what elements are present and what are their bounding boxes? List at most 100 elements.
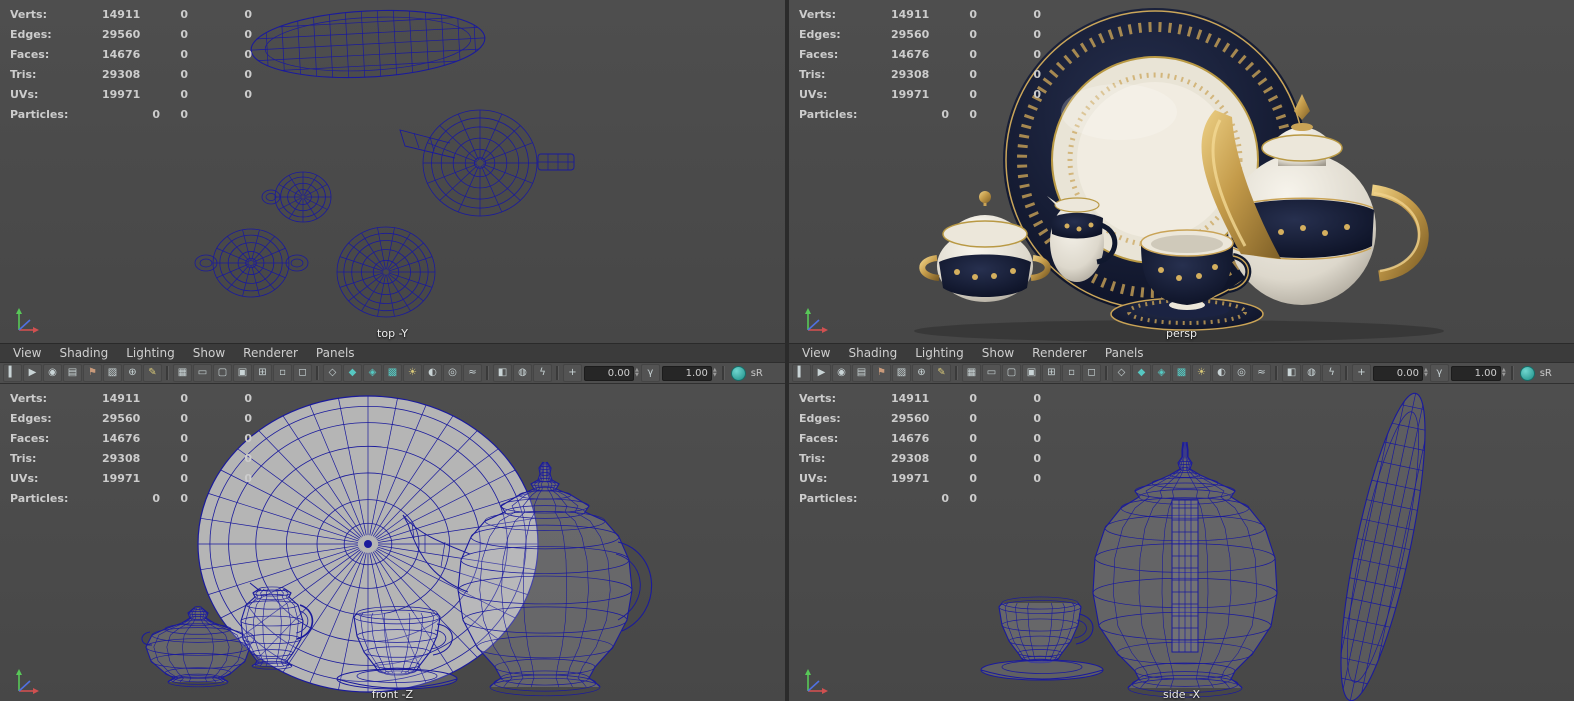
stepper-arrows[interactable]: ▲ ▼: [713, 366, 717, 380]
gate-mask-icon[interactable]: ▣: [1022, 364, 1041, 382]
panel-menubar: View Shading Lighting Show Renderer Panels: [0, 344, 785, 363]
stepper-arrows[interactable]: ▲ ▼: [1424, 366, 1428, 380]
safe-title-icon[interactable]: ◻: [293, 364, 312, 382]
exposure-field[interactable]: 0.00 ▲ ▼: [584, 365, 639, 381]
wireframe-icon[interactable]: ◇: [1112, 364, 1131, 382]
toolbar-separator: [1510, 366, 1514, 380]
menu-lighting[interactable]: Lighting: [906, 345, 973, 361]
image-plane-icon[interactable]: ▨: [892, 364, 911, 382]
resolution-gate-icon[interactable]: ▢: [1002, 364, 1021, 382]
gamma-icon[interactable]: γ: [640, 364, 660, 382]
gate-mask-icon[interactable]: ▣: [233, 364, 252, 382]
lock-camera-icon[interactable]: ◉: [832, 364, 851, 382]
viewport-top[interactable]: Verts: 14911 0 0 Edges: 29560 0 0 Faces: 14676 0 0 T…: [0, 0, 785, 343]
menu-renderer[interactable]: Renderer: [1023, 345, 1096, 361]
view-transform-icon[interactable]: [1519, 365, 1535, 381]
resolution-gate-icon[interactable]: ▢: [213, 364, 232, 382]
smooth-shade-icon[interactable]: ◆: [343, 364, 362, 382]
motion-blur-icon[interactable]: ≈: [463, 364, 482, 382]
shadows-icon[interactable]: ◐: [1212, 364, 1231, 382]
grease-pencil-icon[interactable]: ✎: [143, 364, 162, 382]
safe-action-icon[interactable]: ▫: [1062, 364, 1081, 382]
xray-icon[interactable]: ◍: [513, 364, 532, 382]
grid-icon[interactable]: ▦: [962, 364, 981, 382]
exposure-icon[interactable]: +: [1352, 364, 1371, 382]
maya-four-view-layout: Verts: 14911 0 0 Edges: 29560 0 0 Faces: 14676 0 0 T…: [0, 0, 1574, 701]
panel-front[interactable]: View Shading Lighting Show Renderer Panels ▍ ▶…: [0, 343, 785, 701]
menu-shading[interactable]: Shading: [839, 345, 906, 361]
smooth-shade-icon[interactable]: ◆: [1132, 364, 1151, 382]
menu-view[interactable]: View: [793, 345, 839, 361]
camera-attributes-icon[interactable]: ▤: [852, 364, 871, 382]
use-all-lights-icon[interactable]: ☀: [1192, 364, 1211, 382]
xray-icon[interactable]: ◍: [1302, 364, 1321, 382]
viewport-persp[interactable]: Verts: 14911 0 0 Edges: 29560 0 0 Faces: 14676 0 0 T…: [789, 0, 1574, 343]
select-camera-icon[interactable]: ▶: [812, 364, 831, 382]
menu-show[interactable]: Show: [184, 345, 234, 361]
grease-pencil-icon[interactable]: ✎: [932, 364, 951, 382]
pan-zoom-2d-icon[interactable]: ⊕: [123, 364, 142, 382]
toolbar-separator: [316, 366, 319, 380]
toolbar-separator: [486, 366, 489, 380]
top-view-wireframe: [194, 9, 575, 318]
textured-icon[interactable]: ▩: [1172, 364, 1191, 382]
toolbar-separator: [721, 366, 725, 380]
select-camera-icon[interactable]: ▶: [23, 364, 42, 382]
stepper-arrows[interactable]: ▲ ▼: [635, 366, 639, 380]
ambient-occlusion-icon[interactable]: ◎: [443, 364, 462, 382]
menu-panels[interactable]: Panels: [1096, 345, 1153, 361]
menu-renderer[interactable]: Renderer: [234, 345, 307, 361]
stepper-arrows[interactable]: ▲ ▼: [1502, 366, 1506, 380]
menu-shading[interactable]: Shading: [50, 345, 117, 361]
panel-side[interactable]: View Shading Lighting Show Renderer Panels ▍ ▶…: [789, 343, 1574, 701]
isolate-select-icon[interactable]: ◧: [493, 364, 512, 382]
persp-shaded-render: [914, 8, 1444, 342]
safe-action-icon[interactable]: ▫: [273, 364, 292, 382]
ambient-occlusion-icon[interactable]: ◎: [1232, 364, 1251, 382]
exposure-icon[interactable]: +: [563, 364, 582, 382]
pan-zoom-2d-icon[interactable]: ⊕: [912, 364, 931, 382]
menu-view[interactable]: View: [4, 345, 50, 361]
gamma-field[interactable]: 1.00 ▲ ▼: [1450, 365, 1506, 381]
bookmark-icon[interactable]: ⚑: [83, 364, 102, 382]
shadows-icon[interactable]: ◐: [423, 364, 442, 382]
field-chart-icon[interactable]: ⊞: [1042, 364, 1061, 382]
toolbar-separator: [1275, 366, 1278, 380]
bookmark-icon[interactable]: ⚑: [872, 364, 891, 382]
field-chart-icon[interactable]: ⊞: [253, 364, 272, 382]
film-gate-icon[interactable]: ▭: [193, 364, 212, 382]
front-view-wireframe: [141, 395, 653, 697]
gamma-field[interactable]: 1.00 ▲ ▼: [661, 365, 717, 381]
film-gate-icon[interactable]: ▭: [982, 364, 1001, 382]
menu-lighting[interactable]: Lighting: [117, 345, 184, 361]
wireframe-on-shaded-icon[interactable]: ◈: [1152, 364, 1171, 382]
exposure-field[interactable]: 0.00 ▲ ▼: [1373, 365, 1428, 381]
axis-gizmo: [805, 308, 828, 333]
wireframe-on-shaded-icon[interactable]: ◈: [363, 364, 382, 382]
xray-joints-icon[interactable]: ϟ: [533, 364, 552, 382]
axis-gizmo: [16, 308, 39, 333]
safe-title-icon[interactable]: ◻: [1082, 364, 1101, 382]
textured-icon[interactable]: ▩: [383, 364, 402, 382]
menu-panels[interactable]: Panels: [307, 345, 364, 361]
toolbar-separator: [955, 366, 958, 380]
panel-grip-icon[interactable]: ▍: [792, 364, 811, 382]
toolbar-separator: [1105, 366, 1108, 380]
camera-attributes-icon[interactable]: ▤: [63, 364, 82, 382]
isolate-select-icon[interactable]: ◧: [1282, 364, 1301, 382]
panel-toolbar: ▍ ▶ ◉ ▤ ⚑ ▨ ⊕ ✎ ▦ ▭ ▢ ▣ ⊞ ▫ ◻ ◇ ◆ ◈ ▩ ☀ ◐ ◎ ≈ ◧ ◍ ϟ +0.00 ▲ ▼ γ 1.00 ▲ ▼…: [789, 363, 1574, 384]
use-all-lights-icon[interactable]: ☀: [403, 364, 422, 382]
grid-icon[interactable]: ▦: [173, 364, 192, 382]
viewport-front[interactable]: Verts: 14911 0 0 Edges: 29560 0 0 Faces: 14676 0 0 T…: [0, 384, 785, 701]
motion-blur-icon[interactable]: ≈: [1252, 364, 1271, 382]
lock-camera-icon[interactable]: ◉: [43, 364, 62, 382]
toolbar-separator: [166, 366, 169, 380]
view-transform-icon[interactable]: [730, 365, 746, 381]
gamma-icon[interactable]: γ: [1429, 364, 1449, 382]
wireframe-icon[interactable]: ◇: [323, 364, 342, 382]
menu-show[interactable]: Show: [973, 345, 1023, 361]
image-plane-icon[interactable]: ▨: [103, 364, 122, 382]
xray-joints-icon[interactable]: ϟ: [1322, 364, 1341, 382]
panel-grip-icon[interactable]: ▍: [3, 364, 22, 382]
viewport-side[interactable]: Verts: 14911 0 0 Edges: 29560 0 0 Faces: 14676 0 0 T…: [789, 384, 1574, 701]
